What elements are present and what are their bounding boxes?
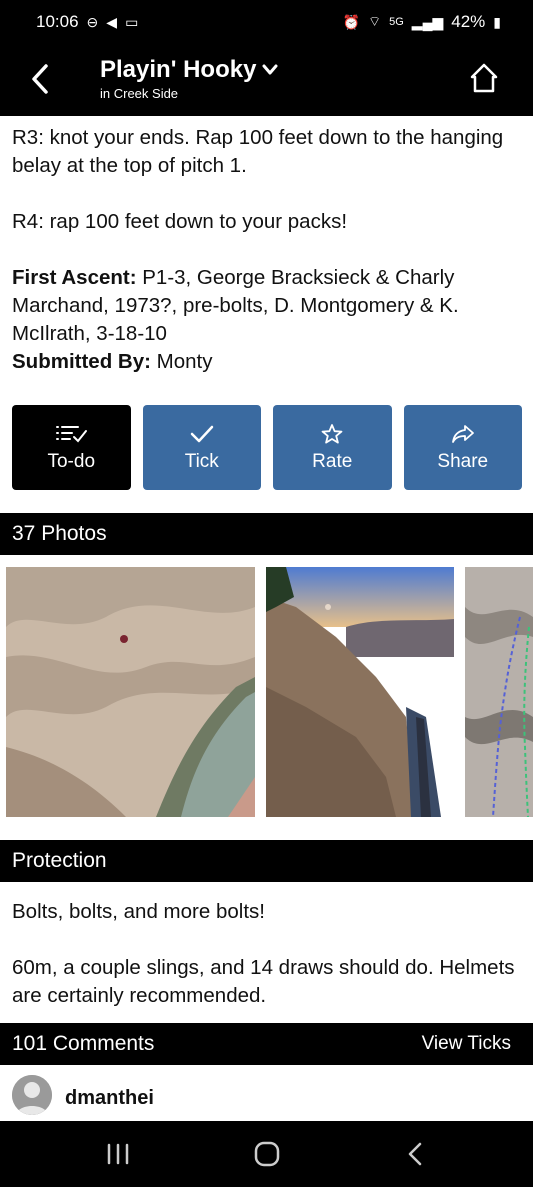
protection-line-2: 60m, a couple slings, and 14 draws shoul…: [12, 956, 515, 1007]
description-r4: R4: rap 100 feet down to your packs!: [12, 210, 348, 233]
protection-text: Bolts, bolts, and more bolts! 60m, a cou…: [12, 898, 522, 1010]
photos-header[interactable]: 37 Photos: [0, 513, 533, 555]
tick-label: Tick: [184, 450, 219, 472]
system-nav-bar: [0, 1121, 533, 1187]
protection-line-1: Bolts, bolts, and more bolts!: [12, 900, 265, 923]
app-bar: Playin' Hooky in Creek Side: [0, 46, 533, 116]
status-time: 10:06: [36, 12, 79, 31]
photo-thumbnail-2[interactable]: [266, 567, 454, 817]
tick-button[interactable]: Tick: [142, 405, 261, 490]
comments-header: 101 Comments View Ticks: [0, 1023, 533, 1065]
comment-item[interactable]: dmanthei: [0, 1065, 533, 1121]
first-ascent: First Ascent: P1-3, George Bracksieck & …: [12, 264, 522, 348]
submitted-by-value: Monty: [150, 350, 213, 373]
photo-thumbnail-3[interactable]: [465, 567, 533, 817]
comment-author[interactable]: dmanthei: [65, 1087, 154, 1110]
battery-percent: 42%: [451, 12, 486, 31]
todo-label: To-do: [47, 450, 96, 472]
share-label: Share: [437, 450, 489, 472]
checkmark-icon: [190, 425, 213, 442]
submitted-by: Submitted By: Monty: [12, 348, 522, 376]
cast-icon: ▭: [125, 13, 139, 30]
star-icon: [321, 423, 343, 444]
description-r3: R3: knot your ends. Rap 100 feet down to…: [12, 126, 504, 177]
status-bar: 10:06 ⊖ ◀ ▭ ⏰ ⌔ 5G ▂▄▆ 42% ▮: [0, 0, 533, 46]
todo-list-icon: [56, 425, 88, 442]
action-bar: To-do Tick Rate Share: [12, 405, 522, 490]
battery-icon: ▮: [493, 13, 501, 30]
first-ascent-label: First Ascent:: [12, 266, 137, 289]
wifi-icon: ⌔: [367, 13, 382, 29]
route-area: in Creek Side: [100, 86, 179, 101]
back-nav-icon[interactable]: [404, 1141, 428, 1167]
signal-icon: ▂▄▆: [411, 13, 444, 30]
alarm-icon: ⏰: [342, 13, 360, 30]
avatar: [12, 1075, 52, 1115]
home-nav-icon[interactable]: [253, 1141, 281, 1167]
route-title: Playin' Hooky: [100, 56, 257, 83]
route-description: R3: knot your ends. Rap 100 feet down to…: [12, 124, 522, 376]
rate-button[interactable]: Rate: [273, 405, 392, 490]
navigation-icon: ◀: [106, 13, 118, 30]
rate-label: Rate: [312, 450, 353, 472]
comments-count: 101 Comments: [12, 1032, 155, 1055]
chevron-down-icon: [262, 64, 278, 75]
photo-thumbnail-1[interactable]: [6, 567, 255, 817]
home-icon: [470, 63, 498, 93]
route-title-dropdown[interactable]: Playin' Hooky in Creek Side: [100, 56, 278, 101]
share-arrow-icon: [451, 424, 474, 443]
photo-carousel[interactable]: [0, 567, 533, 817]
view-ticks-link[interactable]: View Ticks: [422, 1023, 511, 1065]
protection-title: Protection: [12, 849, 107, 872]
submitted-by-label: Submitted By:: [12, 350, 151, 373]
protection-header: Protection: [0, 840, 533, 882]
network-type-label: 5G: [389, 16, 404, 28]
todo-button[interactable]: To-do: [12, 405, 131, 490]
do-not-disturb-icon: ⊖: [86, 13, 99, 30]
back-button[interactable]: [26, 62, 56, 96]
share-button[interactable]: Share: [403, 405, 522, 490]
user-avatar-icon: [12, 1075, 52, 1115]
back-arrow-icon: [32, 64, 48, 94]
photos-count: 37 Photos: [12, 522, 107, 545]
recent-apps-icon[interactable]: [105, 1141, 131, 1167]
home-button[interactable]: [469, 62, 499, 94]
